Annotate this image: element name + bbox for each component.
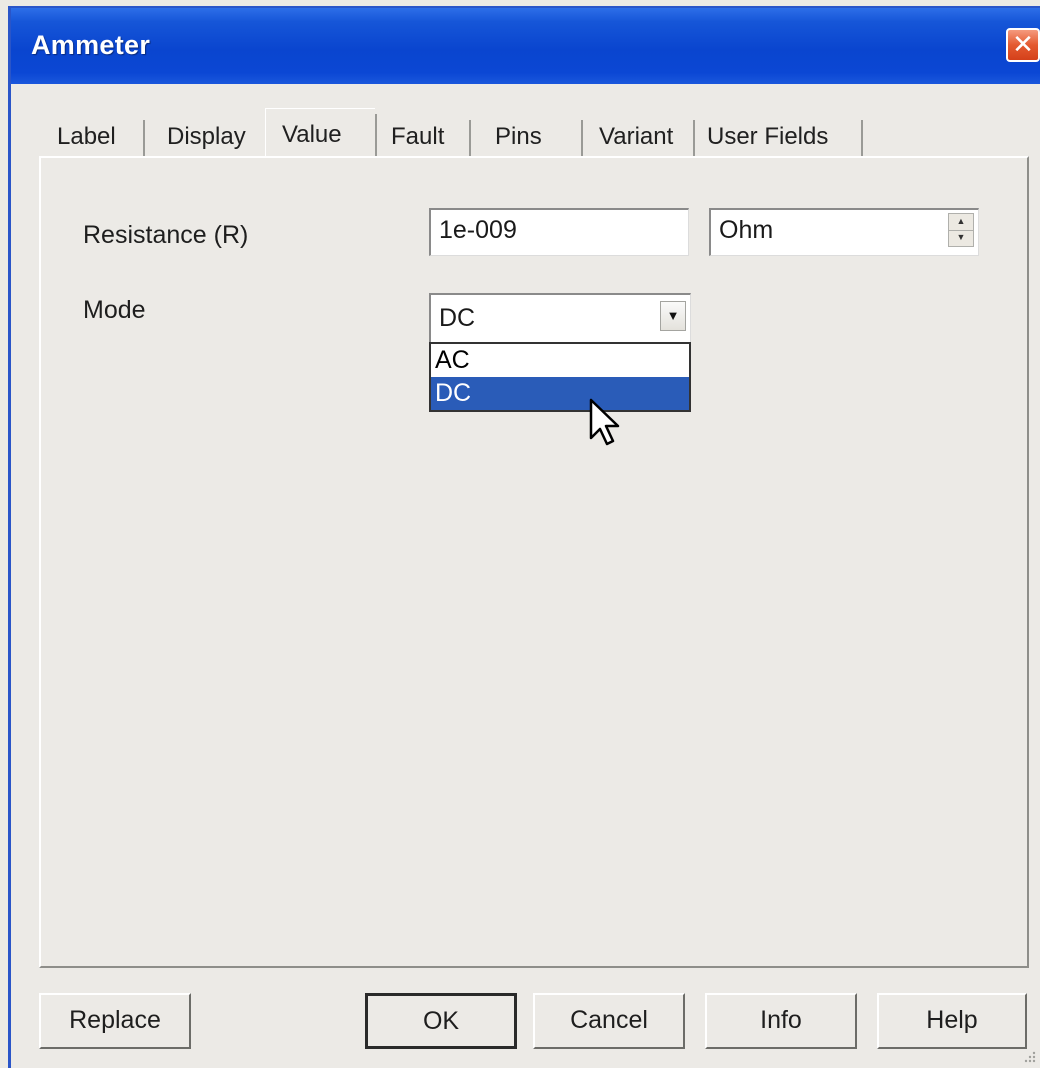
tab-divider bbox=[861, 120, 863, 160]
mouse-pointer-icon bbox=[589, 398, 620, 446]
replace-button[interactable]: Replace bbox=[39, 993, 191, 1049]
chevron-down-icon[interactable]: ▼ bbox=[660, 301, 686, 331]
resistance-input[interactable]: 1e-009 bbox=[429, 208, 689, 256]
tab-fault-text: Fault bbox=[391, 123, 445, 150]
tab-label-text: Label bbox=[57, 123, 116, 150]
tab-display[interactable]: Display bbox=[145, 114, 265, 160]
tab-pins-text: Pins bbox=[495, 123, 542, 150]
ok-button[interactable]: OK bbox=[365, 993, 517, 1049]
info-button[interactable]: Info bbox=[705, 993, 857, 1049]
mode-dropdown-list: AC DC bbox=[429, 342, 691, 412]
tab-user-fields[interactable]: User Fields bbox=[695, 114, 863, 160]
title-bar[interactable]: Ammeter ✕ bbox=[11, 8, 1040, 84]
mode-selected-value: DC bbox=[439, 304, 476, 332]
close-button[interactable]: ✕ bbox=[1006, 28, 1040, 62]
value-tab-panel bbox=[39, 156, 1029, 968]
ammeter-dialog: Ammeter ✕ Label Display Value Fault Pins… bbox=[8, 6, 1040, 1068]
tab-strip: Label Display Value Fault Pins Variant U… bbox=[11, 84, 1040, 166]
tab-pins[interactable]: Pins bbox=[471, 114, 583, 160]
resistance-value: 1e-009 bbox=[439, 216, 517, 244]
tab-user-fields-text: User Fields bbox=[707, 123, 829, 150]
tab-label[interactable]: Label bbox=[31, 114, 145, 160]
tab-variant-text: Variant bbox=[599, 123, 674, 150]
window-title: Ammeter bbox=[31, 30, 151, 60]
help-button[interactable]: Help bbox=[877, 993, 1027, 1049]
tab-value-text: Value bbox=[282, 121, 342, 148]
mode-select[interactable]: DC ▼ bbox=[429, 293, 691, 343]
unit-spinner[interactable]: ▲ ▼ bbox=[948, 213, 974, 247]
arrow-down-icon[interactable]: ▼ bbox=[949, 230, 973, 246]
unit-value: Ohm bbox=[719, 216, 774, 244]
mode-option-ac[interactable]: AC bbox=[431, 344, 689, 377]
resistance-label: Resistance (R) bbox=[83, 221, 249, 249]
mode-option-dc[interactable]: DC bbox=[431, 377, 689, 410]
resize-grip-icon[interactable] bbox=[1022, 1050, 1036, 1064]
cancel-button[interactable]: Cancel bbox=[533, 993, 685, 1049]
unit-spinner-field[interactable]: Ohm ▲ ▼ bbox=[709, 208, 979, 256]
tab-fault[interactable]: Fault bbox=[375, 114, 471, 160]
mode-label: Mode bbox=[83, 296, 146, 324]
tab-display-text: Display bbox=[167, 123, 246, 150]
close-icon: ✕ bbox=[1012, 29, 1034, 59]
arrow-up-icon[interactable]: ▲ bbox=[949, 214, 973, 231]
tab-variant[interactable]: Variant bbox=[583, 114, 695, 160]
